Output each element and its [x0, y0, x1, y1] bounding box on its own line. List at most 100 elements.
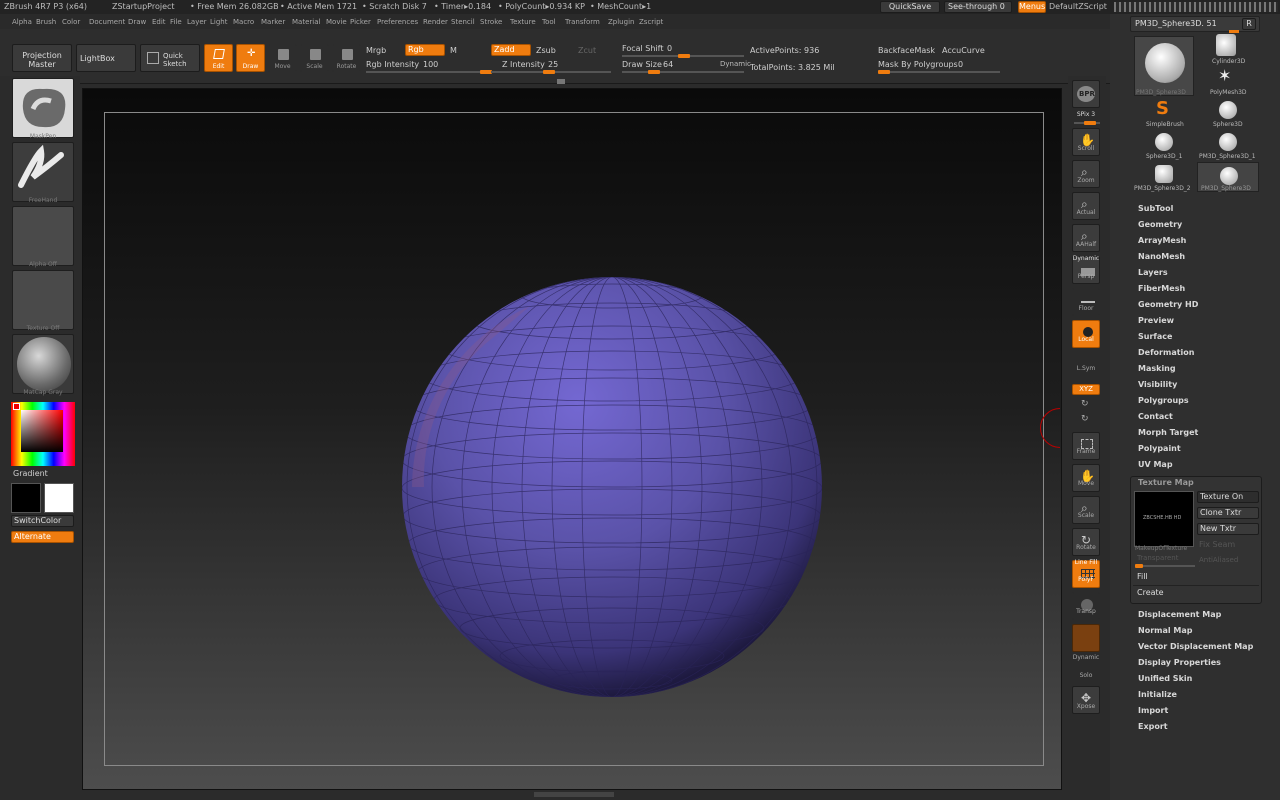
ghost-button[interactable] — [1072, 624, 1100, 652]
rgb-intensity-slider[interactable] — [366, 70, 492, 74]
sphere-mesh[interactable] — [400, 276, 824, 698]
menu-normal-map[interactable]: Normal Map — [1138, 626, 1192, 635]
menu-stencil[interactable]: Stencil — [451, 18, 475, 26]
menu-visibility[interactable]: Visibility — [1138, 380, 1177, 389]
menu-fibermesh[interactable]: FiberMesh — [1138, 284, 1185, 293]
menu-display-properties[interactable]: Display Properties — [1138, 658, 1221, 667]
sphere3d-tool-icon[interactable] — [1219, 101, 1237, 119]
menu-export[interactable]: Export — [1138, 722, 1168, 731]
scale-button[interactable]: Scale — [300, 44, 329, 72]
material-thumbnail[interactable] — [12, 334, 74, 394]
bpr-button[interactable]: BPR — [1072, 80, 1100, 108]
xyz-button[interactable]: XYZ — [1072, 384, 1100, 395]
transparent-toggle[interactable]: Transparent — [1137, 554, 1178, 562]
menu-zscript[interactable]: Zscript — [639, 18, 663, 26]
move-button[interactable]: Move — [268, 44, 297, 72]
menu-polygroups[interactable]: Polygroups — [1138, 396, 1189, 405]
texture-on-button[interactable]: Texture On — [1197, 491, 1259, 503]
spix-slider-track[interactable] — [1074, 121, 1100, 125]
menu-stroke[interactable]: Stroke — [480, 18, 502, 26]
menu-macro[interactable]: Macro — [233, 18, 254, 26]
menu-file[interactable]: File — [170, 18, 182, 26]
menu-zplugin[interactable]: Zplugin — [608, 18, 634, 26]
menu-deformation[interactable]: Deformation — [1138, 348, 1194, 357]
edit-button[interactable]: Edit — [204, 44, 233, 72]
clone-txtr-button[interactable]: Clone Txtr — [1197, 507, 1259, 519]
pm3d-sphere-2-tool-icon[interactable] — [1155, 165, 1173, 183]
menu-tool[interactable]: Tool — [542, 18, 556, 26]
menu-vector-displacement-map[interactable]: Vector Displacement Map — [1138, 642, 1253, 651]
texture-thumbnail-slot[interactable]: ZBCSHE.HB HD — [1134, 491, 1194, 547]
brush-thumbnail[interactable] — [12, 78, 74, 138]
menu-displacement-map[interactable]: Displacement Map — [1138, 610, 1221, 619]
window-controls[interactable] — [1114, 2, 1278, 12]
menu-uv-map[interactable]: UV Map — [1138, 460, 1173, 469]
backface-mask-button[interactable]: BackfaceMask — [878, 46, 935, 55]
m-button[interactable]: M — [450, 46, 457, 55]
local-button[interactable] — [1072, 320, 1100, 348]
zsub-button[interactable]: Zsub — [536, 46, 556, 55]
create-button[interactable]: Create — [1137, 588, 1164, 597]
menu-layer[interactable]: Layer — [187, 18, 207, 26]
color-square[interactable] — [21, 410, 63, 452]
z-intensity-slider[interactable] — [491, 70, 611, 74]
menu-contact[interactable]: Contact — [1138, 412, 1173, 421]
rgb-button[interactable]: Rgb — [405, 44, 445, 56]
quick-sketch-button[interactable]: Quick Sketch — [140, 44, 200, 72]
top-tray-handle[interactable] — [557, 79, 565, 84]
antialiased-toggle[interactable]: AntiAliased — [1199, 556, 1238, 564]
accucurve-button[interactable]: AccuCurve — [942, 46, 985, 55]
transparent-slider[interactable] — [1135, 564, 1195, 568]
alternate-button[interactable]: Alternate — [11, 531, 74, 543]
menu-draw[interactable]: Draw — [128, 18, 146, 26]
dynamic-toggle[interactable]: Dynamic — [720, 60, 751, 68]
transp-button[interactable] — [1072, 592, 1100, 620]
menu-edit[interactable]: Edit — [152, 18, 166, 26]
menu-preview[interactable]: Preview — [1138, 316, 1174, 325]
move-view-button[interactable]: ✋ — [1072, 464, 1100, 492]
menu-light[interactable]: Light — [210, 18, 227, 26]
draw-button[interactable]: ✛ Draw — [236, 44, 265, 72]
menu-import[interactable]: Import — [1138, 706, 1168, 715]
rotate-y-icon[interactable]: ↻ — [1081, 399, 1089, 409]
secondary-color-swatch[interactable] — [44, 483, 74, 513]
stroke-thumbnail[interactable] — [12, 142, 74, 202]
scale-view-button[interactable]: ⌕ — [1072, 496, 1100, 524]
new-txtr-button[interactable]: New Txtr — [1197, 523, 1259, 535]
menu-polypaint[interactable]: Polypaint — [1138, 444, 1181, 453]
rotate-view-button[interactable]: ↻ — [1072, 528, 1100, 556]
menu-surface[interactable]: Surface — [1138, 332, 1172, 341]
menu-arraymesh[interactable]: ArrayMesh — [1138, 236, 1186, 245]
switchcolor-button[interactable]: SwitchColor — [11, 515, 74, 527]
frame-button[interactable] — [1072, 432, 1100, 460]
sphere3d-1-tool-icon[interactable] — [1155, 133, 1173, 151]
menu-material[interactable]: Material — [292, 18, 320, 26]
zadd-button[interactable]: Zadd — [491, 44, 531, 56]
lsym-button[interactable]: L.Sym — [1068, 365, 1104, 372]
menu-texture[interactable]: Texture — [510, 18, 536, 26]
solo-button[interactable]: Solo — [1068, 672, 1104, 679]
bottom-tray-handle[interactable] — [534, 792, 614, 797]
focal-shift-slider[interactable] — [622, 54, 744, 58]
fix-seam-button[interactable]: Fix Seam — [1199, 540, 1235, 549]
texture-thumbnail[interactable] — [12, 270, 74, 330]
mrgb-button[interactable]: Mrgb — [366, 46, 386, 55]
menu-brush[interactable]: Brush — [36, 18, 56, 26]
spix-slider[interactable]: SPix 3 — [1068, 111, 1104, 118]
mask-by-polygroups-slider[interactable] — [878, 70, 1000, 74]
menu-transform[interactable]: Transform — [565, 18, 600, 26]
menu-marker[interactable]: Marker — [261, 18, 285, 26]
lightbox-button[interactable]: LightBox — [76, 44, 136, 72]
projection-master-button[interactable]: Projection Master — [12, 44, 72, 72]
quicksave-button[interactable]: QuickSave — [880, 1, 940, 13]
rotate-button[interactable]: Rotate — [332, 44, 361, 72]
menu-nanomesh[interactable]: NanoMesh — [1138, 252, 1185, 261]
menu-alpha[interactable]: Alpha — [12, 18, 32, 26]
menu-geometry-hd[interactable]: Geometry HD — [1138, 300, 1198, 309]
main-color-swatch[interactable] — [11, 483, 41, 513]
menu-render[interactable]: Render — [423, 18, 448, 26]
rotate-z-icon[interactable]: ↻ — [1081, 414, 1089, 424]
menu-geometry[interactable]: Geometry — [1138, 220, 1182, 229]
menu-document[interactable]: Document — [89, 18, 125, 26]
menus-button[interactable]: Menus — [1018, 1, 1046, 13]
